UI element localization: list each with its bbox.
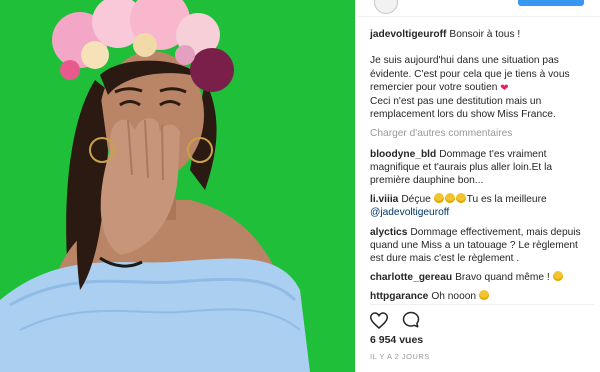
crying-face-emoji-icon bbox=[552, 271, 563, 282]
comment-item: httpgarance Oh nooon bbox=[370, 290, 594, 303]
follow-button[interactable] bbox=[518, 0, 584, 6]
mention-link[interactable]: @jadevoltigeuroff bbox=[370, 207, 449, 218]
comment-username[interactable]: charlotte_gereau bbox=[370, 272, 452, 283]
comment-item: charlotte_gereau Bravo quand même ! bbox=[370, 271, 594, 284]
comment-item: alyctics Dommage effectivement, mais depu… bbox=[370, 226, 594, 266]
comment-list: jadevoltigeuroff Bonsoir à tous ! Je suis… bbox=[370, 28, 594, 310]
comment-item: bloodyne_bld Dommage t'es vraiment magnif… bbox=[370, 148, 594, 188]
post-actions bbox=[369, 311, 430, 329]
comment-username[interactable]: httpgarance bbox=[370, 291, 428, 302]
heart-emoji-icon: ❤ bbox=[500, 82, 509, 94]
avatar[interactable] bbox=[374, 0, 398, 14]
post-timestamp: IL Y A 2 JOURS bbox=[370, 352, 430, 361]
caption-username[interactable]: jadevoltigeuroff bbox=[370, 29, 446, 40]
sad-face-emoji-icon bbox=[455, 193, 466, 204]
comment-text: Bravo quand même ! bbox=[455, 272, 550, 284]
comment-item: li.viiia Déçue Tu es la meilleure @jadevo… bbox=[370, 193, 594, 219]
load-more-comments-link[interactable]: Charger d'autres commentaires bbox=[370, 127, 594, 140]
caption: jadevoltigeuroff Bonsoir à tous ! Je suis… bbox=[370, 28, 594, 121]
comment-text: Déçue bbox=[401, 194, 431, 206]
caption-text-2: Ceci n'est pas une destitution mais un r… bbox=[370, 96, 556, 121]
divider bbox=[370, 304, 594, 305]
post-photo bbox=[0, 0, 355, 372]
heart-outline-icon[interactable] bbox=[369, 312, 389, 334]
comments-panel: jadevoltigeuroff Bonsoir à tous ! Je suis… bbox=[358, 0, 600, 372]
comment-bubble-icon[interactable] bbox=[402, 311, 420, 334]
photo-illustration bbox=[0, 0, 355, 372]
view-count[interactable]: 6 954 vues bbox=[370, 334, 423, 346]
comment-username[interactable]: li.viiia bbox=[370, 194, 398, 205]
comment-username[interactable]: bloodyne_bld bbox=[370, 149, 436, 160]
comment-text: Oh nooon bbox=[431, 291, 477, 303]
comment-username[interactable]: alyctics bbox=[370, 227, 407, 238]
crying-face-emoji-icon bbox=[478, 290, 489, 301]
post-header bbox=[358, 0, 600, 17]
comment-text-2: Tu es la meilleure bbox=[466, 194, 547, 206]
sad-face-emoji-icon bbox=[433, 193, 444, 204]
sad-face-emoji-icon bbox=[444, 193, 455, 204]
